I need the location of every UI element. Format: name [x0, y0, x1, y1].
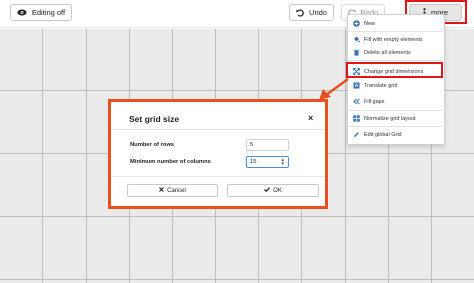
paint-bucket-icon [353, 36, 360, 43]
grid-column-line [42, 29, 43, 283]
grid-row-line [0, 279, 474, 280]
spinner-arrows-icon[interactable]: ▲ ▼ [281, 157, 285, 166]
ok-button[interactable]: OK [227, 184, 319, 197]
menu-item-fill-empty[interactable]: Fill with empty elements [348, 33, 446, 46]
menu-item-label: Normalize grid layout [364, 115, 416, 122]
menu-item-highlight [346, 62, 443, 78]
menu-item-normalize-grid-layout[interactable]: Normalize grid layout [348, 112, 446, 125]
rows-label: Number of rows [130, 142, 175, 148]
dialog-divider [111, 129, 325, 130]
plus-circle-icon [353, 20, 360, 27]
menu-item-edit-global-grid[interactable]: Edit global Grid [348, 128, 446, 141]
close-icon[interactable]: × [308, 113, 313, 123]
editing-label: Editing off [31, 8, 66, 17]
editing-toggle-button[interactable]: Editing off [10, 4, 72, 21]
ok-label: OK [273, 187, 282, 194]
rows-value: 5 [250, 142, 254, 148]
menu-divider [348, 126, 446, 127]
columns-value: 15 [250, 159, 257, 165]
set-grid-size-dialog: Set grid size × Number of rows 5 Minimum… [108, 99, 328, 209]
translate-icon [353, 82, 360, 89]
x-icon [159, 187, 165, 194]
more-menu: New Fill with empty elements Delete all … [347, 14, 446, 145]
menu-item-label: Fill gaps [364, 98, 385, 105]
cancel-label: Cancel [167, 187, 186, 194]
menu-item-new[interactable]: New [348, 17, 446, 30]
menu-divider [348, 110, 446, 111]
menu-item-label: Translate grid [364, 82, 398, 89]
undo-icon [296, 8, 304, 17]
columns-label: Minimum number of columns [130, 159, 211, 165]
dialog-title: Set grid size [129, 114, 180, 124]
grid-column-line [86, 29, 87, 283]
grid-icon [353, 115, 360, 122]
grid-row-line [0, 216, 474, 217]
menu-item-label: New [364, 20, 376, 27]
trash-icon [353, 49, 360, 56]
menu-item-label: Fill with empty elements [364, 36, 423, 43]
columns-input[interactable]: 15 ▲ ▼ [246, 156, 289, 168]
eye-icon [17, 9, 27, 16]
menu-item-fill-gaps[interactable]: Fill gaps [348, 95, 446, 108]
menu-item-translate-grid[interactable]: Translate grid [348, 79, 446, 92]
menu-item-label: Delete all elements [364, 49, 411, 56]
menu-divider [348, 60, 446, 61]
rows-input[interactable]: 5 [246, 139, 289, 151]
check-icon [264, 187, 271, 194]
pointer-arrow-icon [319, 78, 349, 100]
menu-item-label: Edit global Grid [364, 131, 402, 138]
undo-button[interactable]: Undo [289, 4, 334, 21]
double-chevron-left-icon [353, 98, 360, 105]
cancel-button[interactable]: Cancel [127, 184, 218, 197]
undo-label: Undo [309, 8, 327, 17]
pencil-icon [353, 131, 360, 138]
menu-divider [348, 31, 446, 32]
menu-item-delete-all[interactable]: Delete all elements [348, 46, 446, 59]
dialog-divider [111, 176, 325, 177]
